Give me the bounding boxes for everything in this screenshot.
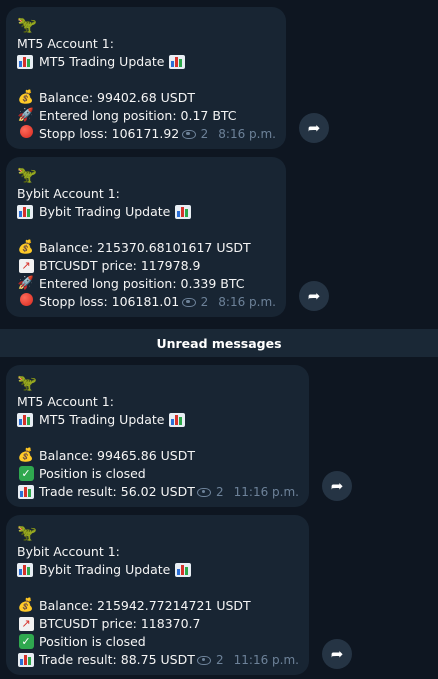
- trade-result-text: Trade result: 88.75 USDT: [39, 652, 195, 667]
- forward-arrow-icon: ➦: [330, 477, 344, 495]
- view-count: 2: [216, 653, 224, 667]
- message-time: 11:16 p.m.: [233, 653, 299, 667]
- message-time: 8:16 p.m.: [218, 295, 276, 309]
- bar-chart-icon: [169, 413, 186, 427]
- money-bag-icon: 💰: [17, 598, 35, 613]
- update-title: Bybit Trading Update: [39, 204, 171, 219]
- dinosaur-icon: 🦖: [17, 165, 37, 184]
- money-bag-icon: 💰: [17, 90, 35, 105]
- stopp-loss-text: Stopp loss: 106181.01: [39, 294, 180, 309]
- dinosaur-icon: 🦖: [17, 15, 37, 34]
- account-label: MT5 Account 1:: [17, 394, 114, 409]
- message-time: 8:16 p.m.: [218, 127, 276, 141]
- forward-arrow-icon: ➦: [307, 119, 321, 137]
- message-bubble[interactable]: 🦖 MT5 Account 1: MT5 Trading Update 💰 Bal…: [6, 7, 286, 149]
- unread-messages-divider: Unread messages: [0, 329, 438, 357]
- balance-text: Balance: 215370.68101617 USDT: [39, 240, 251, 255]
- bar-chart-icon: [175, 563, 192, 577]
- dinosaur-icon: 🦖: [17, 373, 37, 392]
- chart-increasing-icon: ↗: [17, 257, 35, 275]
- position-closed-text: Position is closed: [39, 466, 146, 481]
- bar-chart-icon: [17, 563, 33, 577]
- forward-arrow-icon: ➦: [330, 645, 344, 663]
- message-bubble[interactable]: 🦖 MT5 Account 1: MT5 Trading Update 💰 Bal…: [6, 365, 309, 507]
- stopp-loss-text: Stopp loss: 106171.92: [39, 126, 180, 141]
- update-title: Bybit Trading Update: [39, 562, 171, 577]
- bar-chart-icon: [17, 413, 33, 427]
- price-text: BTCUSDT price: 118370.7: [39, 616, 201, 631]
- money-bag-icon: 💰: [17, 240, 35, 255]
- update-title: MT5 Trading Update: [39, 54, 165, 69]
- update-title: MT5 Trading Update: [39, 412, 165, 427]
- money-bag-icon: 💰: [17, 448, 35, 463]
- eye-icon: [197, 487, 212, 497]
- rocket-icon: 🚀: [17, 276, 35, 291]
- bar-chart-icon: [17, 205, 33, 219]
- unread-label: Unread messages: [156, 335, 282, 351]
- account-label: MT5 Account 1:: [17, 36, 114, 51]
- chart-increasing-icon: ↗: [17, 615, 35, 633]
- message-meta: 2 8:16 p.m.: [181, 293, 276, 311]
- eye-icon: [181, 297, 196, 307]
- eye-icon: [197, 655, 212, 665]
- message-bubble[interactable]: 🦖 Bybit Account 1: Bybit Trading Update …: [6, 157, 286, 317]
- check-mark-icon: ✓: [17, 633, 35, 651]
- bar-chart-icon: [175, 205, 192, 219]
- check-mark-icon: ✓: [17, 465, 35, 483]
- balance-text: Balance: 99402.68 USDT: [39, 90, 195, 105]
- balance-text: Balance: 215942.77214721 USDT: [39, 598, 251, 613]
- forward-button[interactable]: ➦: [322, 471, 352, 501]
- red-circle-icon: [17, 124, 35, 144]
- account-label: Bybit Account 1:: [17, 544, 120, 559]
- message-meta: 2 8:16 p.m.: [181, 125, 276, 143]
- entered-position-text: Entered long position: 0.339 BTC: [39, 276, 245, 291]
- red-circle-icon: [17, 292, 35, 312]
- chat-feed: 🦖 MT5 Account 1: MT5 Trading Update 💰 Bal…: [0, 0, 438, 679]
- entered-position-text: Entered long position: 0.17 BTC: [39, 108, 237, 123]
- eye-icon: [181, 129, 196, 139]
- rocket-icon: 🚀: [17, 108, 35, 123]
- forward-button[interactable]: ➦: [322, 639, 352, 669]
- forward-button[interactable]: ➦: [299, 113, 329, 143]
- view-count: 2: [200, 295, 209, 309]
- dinosaur-icon: 🦖: [17, 523, 37, 542]
- bar-chart-icon: [17, 55, 33, 69]
- forward-button[interactable]: ➦: [299, 281, 329, 311]
- trade-result-text: Trade result: 56.02 USDT: [39, 484, 195, 499]
- view-count: 2: [200, 127, 209, 141]
- view-count: 2: [216, 485, 224, 499]
- bar-chart-icon: [169, 55, 186, 69]
- message-bubble[interactable]: 🦖 Bybit Account 1: Bybit Trading Update …: [6, 515, 309, 675]
- message-meta: 2 11:16 p.m.: [197, 483, 299, 501]
- position-closed-text: Position is closed: [39, 634, 146, 649]
- forward-arrow-icon: ➦: [307, 287, 321, 305]
- message-time: 11:16 p.m.: [233, 485, 299, 499]
- bar-chart-icon: [17, 651, 35, 669]
- account-label: Bybit Account 1:: [17, 186, 120, 201]
- bar-chart-icon: [17, 483, 35, 501]
- balance-text: Balance: 99465.86 USDT: [39, 448, 195, 463]
- message-meta: 2 11:16 p.m.: [197, 651, 299, 669]
- price-text: BTCUSDT price: 117978.9: [39, 258, 201, 273]
